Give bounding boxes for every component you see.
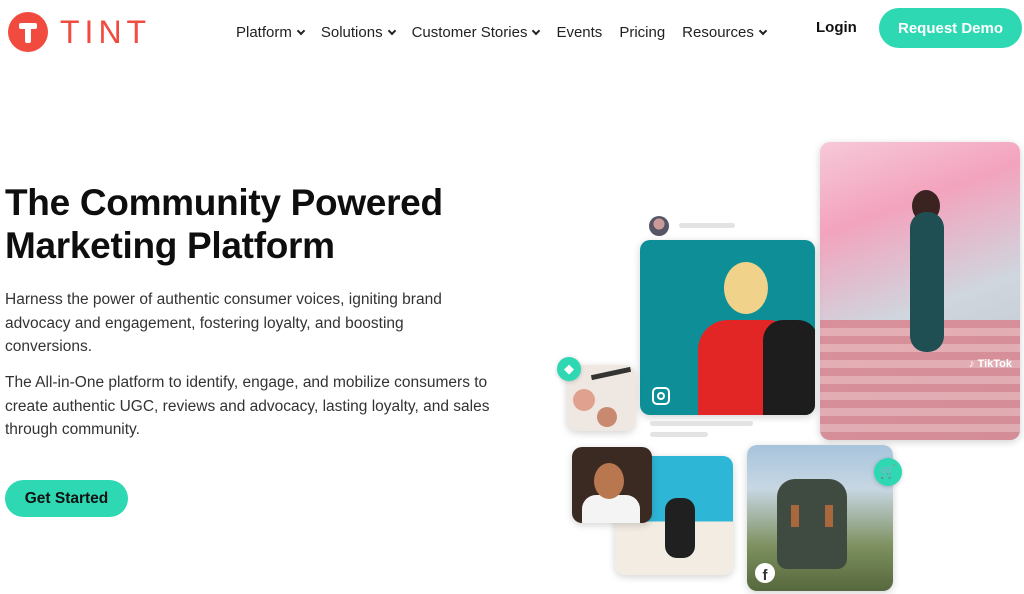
- dancer-body: [910, 212, 944, 352]
- request-demo-button[interactable]: Request Demo: [879, 8, 1022, 48]
- drink-post-image: [572, 447, 652, 523]
- tint-logo[interactable]: TINT: [8, 12, 151, 52]
- tag-icon: ◆: [557, 357, 581, 381]
- makeup-brush-graphic: [590, 366, 632, 381]
- placeholder-bar: [650, 421, 753, 426]
- backpack-graphic: [777, 479, 847, 569]
- nav-item-label: Customer Stories: [411, 24, 528, 41]
- strap-graphic: [791, 505, 799, 527]
- nav-item-resources[interactable]: Resources: [682, 24, 768, 41]
- chevron-down-icon: [758, 26, 768, 35]
- brand-name: TINT: [60, 14, 152, 50]
- nav-item-label: Solutions: [320, 24, 383, 41]
- get-started-button[interactable]: Get Started: [5, 480, 128, 517]
- backpack-post-image: f: [747, 445, 893, 591]
- login-link[interactable]: Login: [816, 19, 857, 36]
- nav-item-label: Platform: [236, 24, 292, 41]
- placeholder-bar: [650, 432, 708, 437]
- chevron-down-icon: [387, 26, 396, 35]
- strap-graphic: [825, 505, 833, 527]
- nav-item-label: Pricing: [619, 24, 666, 41]
- user-avatar: [649, 216, 669, 236]
- tiktok-icon: ♪ TikTok: [969, 358, 1012, 370]
- main-nav: Platform Solutions Customer Stories Even…: [236, 24, 783, 41]
- chevron-down-icon: [532, 26, 541, 35]
- facebook-icon: f: [755, 563, 775, 583]
- person-graphic: [668, 250, 815, 415]
- dancer-graphic: [880, 190, 970, 402]
- compact-graphic: [597, 407, 617, 427]
- nav-item-events[interactable]: Events: [556, 24, 602, 41]
- instagram-post-image: [640, 240, 815, 415]
- tiktok-label: TikTok: [977, 358, 1012, 370]
- hero-title: The Community Powered Marketing Platform: [5, 182, 443, 266]
- nav-item-label: Events: [556, 24, 603, 41]
- face-graphic: [594, 463, 624, 499]
- placeholder-bar: [679, 223, 735, 228]
- nav-item-pricing[interactable]: Pricing: [619, 24, 665, 41]
- nav-item-customer-stories[interactable]: Customer Stories: [411, 24, 541, 41]
- head-graphic: [724, 262, 768, 314]
- person-graphic: [665, 498, 695, 558]
- nav-item-platform[interactable]: Platform: [236, 24, 306, 41]
- nav-item-solutions[interactable]: Solutions: [320, 24, 396, 41]
- chevron-down-icon: [296, 26, 306, 35]
- shirt-graphic: [582, 495, 640, 523]
- hero-description: Harness the power of authentic consumer …: [5, 291, 442, 355]
- tint-logo-icon: [8, 12, 48, 52]
- hero-subdescription: The All-in-One platform to identify, eng…: [5, 374, 490, 438]
- jacket-graphic: [763, 320, 815, 415]
- cart-icon: 🛒: [874, 458, 902, 486]
- compact-graphic: [573, 389, 595, 411]
- instagram-icon: [652, 387, 670, 405]
- tiktok-post-image: ♪ TikTok: [820, 142, 1020, 440]
- nav-item-label: Resources: [682, 24, 754, 41]
